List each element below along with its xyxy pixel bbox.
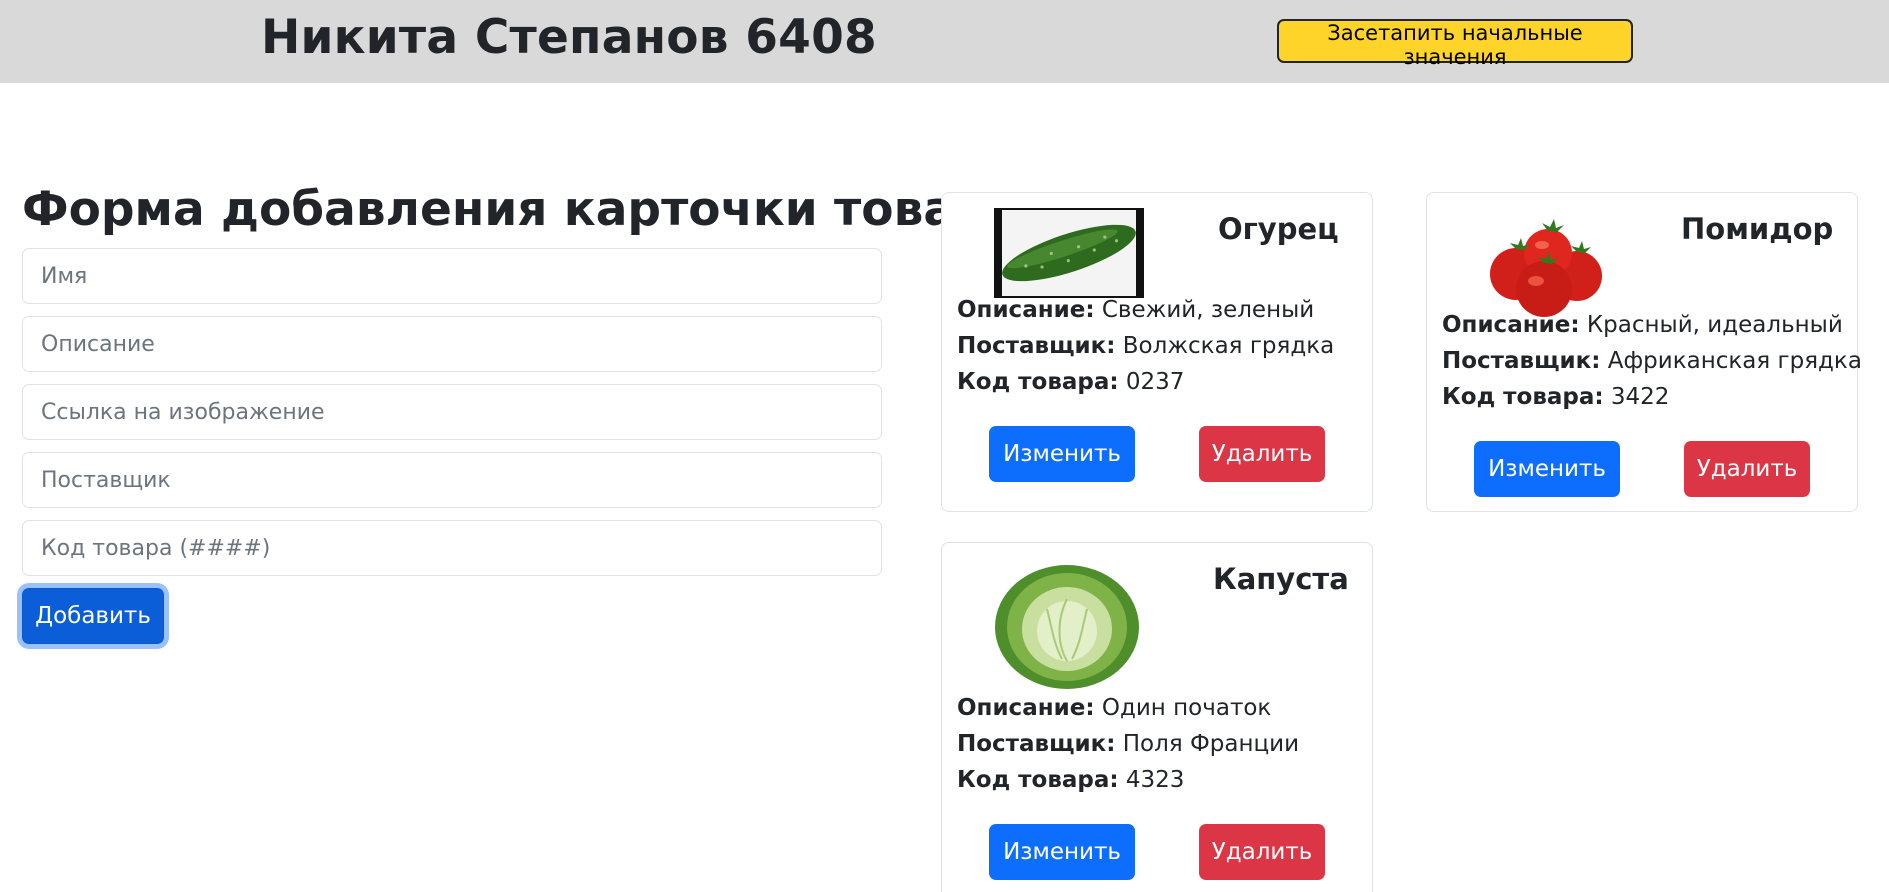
card-code: Код товара: 4323 (957, 765, 1184, 795)
description-label: Описание: (957, 695, 1095, 721)
supplier-label: Поставщик: (1442, 348, 1601, 374)
card-code: Код товара: 3422 (1442, 382, 1669, 412)
cabbage-image (995, 565, 1139, 689)
code-label: Код товара: (1442, 384, 1604, 410)
card-title: Капуста (1213, 562, 1349, 596)
description-value: Один початок (1101, 695, 1272, 721)
edit-button[interactable]: Изменить (1474, 441, 1620, 497)
card-supplier: Поставщик: Африканская грядка (1442, 346, 1862, 376)
description-value: Свежий, зеленый (1101, 297, 1315, 323)
supplier-value: Африканская грядка (1607, 348, 1862, 374)
edit-button[interactable]: Изменить (989, 824, 1135, 880)
description-value: Красный, идеальный (1586, 312, 1843, 338)
card-description: Описание: Один початок (957, 693, 1271, 723)
page-header-title: Никита Степанов 6408 (261, 10, 877, 65)
product-card: Помидор Описание: Красный, идеальный Пос… (1426, 192, 1862, 512)
product-card: Капуста Описание: Один початок Поставщик… (941, 542, 1373, 892)
card-title: Помидор (1681, 212, 1834, 246)
code-value: 3422 (1610, 384, 1670, 410)
card-supplier: Поставщик: Волжская грядка (957, 331, 1334, 361)
code-value: 0237 (1125, 369, 1185, 395)
card-supplier: Поставщик: Поля Франции (957, 729, 1299, 759)
cucumber-image (994, 208, 1144, 298)
supplier-label: Поставщик: (957, 333, 1116, 359)
header-bar: Никита Степанов 6408 Засетапить начальны… (0, 0, 1889, 83)
add-button[interactable]: Добавить (22, 588, 164, 644)
card-description: Описание: Красный, идеальный (1442, 310, 1843, 340)
description-label: Описание: (957, 297, 1095, 323)
image-link-input[interactable] (22, 384, 882, 440)
product-card: Огурец Описание: Свежий, зеленый Поставщ… (941, 192, 1373, 512)
name-input[interactable] (22, 248, 882, 304)
supplier-value: Поля Франции (1122, 731, 1300, 757)
supplier-label: Поставщик: (957, 731, 1116, 757)
card-description: Описание: Свежий, зеленый (957, 295, 1314, 325)
card-title: Огурец (1218, 212, 1339, 246)
product-code-input[interactable] (22, 520, 882, 576)
reset-initial-values-button[interactable]: Засетапить начальные значения (1277, 19, 1633, 69)
supplier-value: Волжская грядка (1122, 333, 1335, 359)
code-label: Код товара: (957, 767, 1119, 793)
supplier-input[interactable] (22, 452, 882, 508)
description-label: Описание: (1442, 312, 1580, 338)
code-value: 4323 (1125, 767, 1185, 793)
form-title: Форма добавления карточки товаров (22, 182, 1051, 237)
delete-button[interactable]: Удалить (1199, 824, 1325, 880)
card-code: Код товара: 0237 (957, 367, 1184, 397)
delete-button[interactable]: Удалить (1684, 441, 1810, 497)
edit-button[interactable]: Изменить (989, 426, 1135, 482)
tomato-image (1490, 219, 1602, 317)
code-label: Код товара: (957, 369, 1119, 395)
description-input[interactable] (22, 316, 882, 372)
delete-button[interactable]: Удалить (1199, 426, 1325, 482)
